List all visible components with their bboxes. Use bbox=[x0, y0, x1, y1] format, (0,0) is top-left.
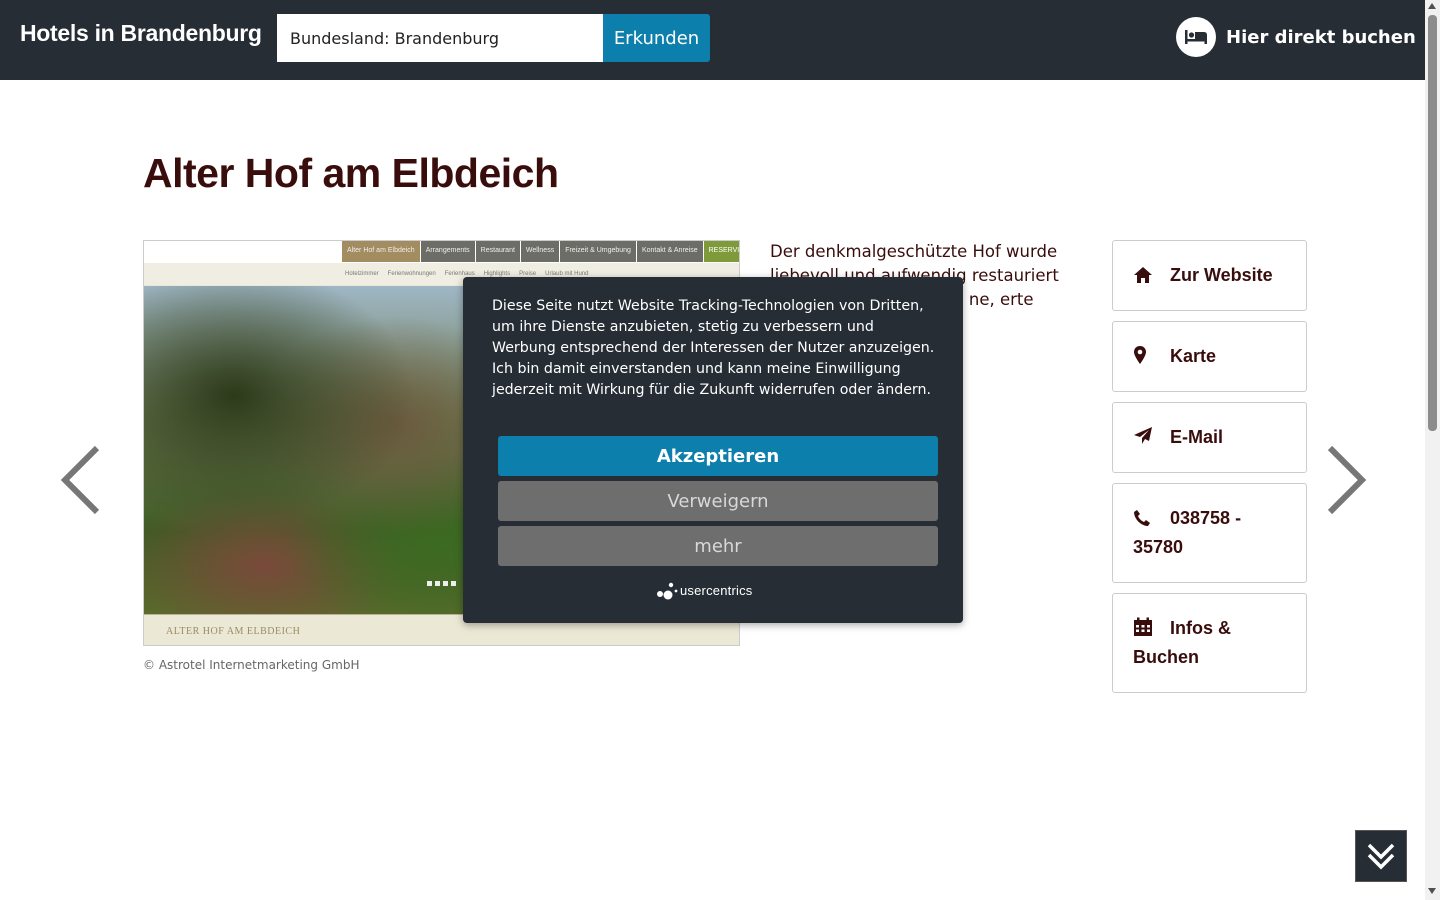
calendar-icon bbox=[1133, 617, 1155, 637]
scroll-down-arrow-icon[interactable] bbox=[1428, 888, 1436, 894]
usercentrics-label: usercentrics bbox=[680, 582, 753, 598]
screenshot-subnav-item: Hotelzimmer bbox=[345, 271, 379, 277]
screenshot-nav-item: Alter Hof am Elbdeich bbox=[342, 241, 420, 262]
previous-arrow-icon[interactable] bbox=[57, 440, 107, 520]
image-credit: © Astrotel Internetmarketing GmbH bbox=[143, 658, 360, 672]
book-now-link[interactable]: Hier direkt buchen bbox=[1176, 17, 1416, 57]
hotel-title: Alter Hof am Elbdeich bbox=[143, 150, 559, 196]
screenshot-footer-text: ALTER HOF AM ELBDEICH bbox=[166, 626, 301, 637]
screenshot-nav-item: Arrangements bbox=[420, 241, 475, 262]
website-button-label: Zur Website bbox=[1170, 265, 1273, 285]
map-marker-icon bbox=[1133, 345, 1155, 365]
screenshot-nav: Alter Hof am Elbdeich Arrangements Resta… bbox=[144, 241, 739, 263]
website-button[interactable]: Zur Website bbox=[1112, 240, 1307, 311]
usercentrics-logo[interactable]: usercentrics bbox=[656, 579, 752, 601]
screenshot-subnav-item: Ferienwohnungen bbox=[387, 271, 436, 277]
email-button[interactable]: E-Mail bbox=[1112, 402, 1307, 473]
scroll-up-arrow-icon[interactable] bbox=[1428, 3, 1436, 9]
email-button-label: E-Mail bbox=[1170, 427, 1224, 447]
double-chevron-down-icon bbox=[1367, 843, 1395, 870]
cookie-consent-text: Diese Seite nutzt Website Tracking-Techn… bbox=[492, 298, 935, 398]
screenshot-nav-item: Restaurant bbox=[475, 241, 520, 262]
page-scrollbar[interactable] bbox=[1425, 0, 1440, 900]
search-button[interactable]: Erkunden bbox=[603, 14, 710, 62]
home-icon bbox=[1133, 266, 1155, 284]
paper-plane-icon bbox=[1133, 426, 1155, 446]
map-button[interactable]: Karte bbox=[1112, 321, 1307, 392]
phone-button[interactable]: 038758 - 35780 bbox=[1112, 483, 1307, 583]
site-brand[interactable]: Hotels in Brandenburg bbox=[20, 20, 262, 47]
usercentrics-icon bbox=[657, 582, 678, 600]
accept-cookies-button[interactable]: Akzeptieren bbox=[498, 436, 938, 476]
screenshot-nav-item: Freizeit & Umgebung bbox=[560, 241, 636, 262]
map-button-label: Karte bbox=[1170, 346, 1217, 366]
scroll-down-button[interactable] bbox=[1355, 830, 1407, 882]
top-bar: Hotels in Brandenburg Bundesland: Brande… bbox=[0, 0, 1425, 80]
cookie-consent-dialog: Diese Seite nutzt Website Tracking-Techn… bbox=[463, 277, 963, 623]
scrollbar-thumb[interactable] bbox=[1428, 15, 1437, 431]
bed-icon bbox=[1176, 17, 1216, 57]
screenshot-nav-item: Kontakt & Anreise bbox=[636, 241, 703, 262]
search-input[interactable]: Bundesland: Brandenburg bbox=[277, 14, 603, 62]
book-now-label: Hier direkt buchen bbox=[1226, 26, 1416, 48]
deny-cookies-button[interactable]: Verweigern bbox=[498, 481, 938, 521]
slider-dots bbox=[427, 581, 459, 586]
screenshot-nav-item: RESERVIERUNG bbox=[703, 241, 739, 262]
next-arrow-icon[interactable] bbox=[1320, 440, 1370, 520]
more-info-button[interactable]: mehr bbox=[498, 526, 938, 566]
screenshot-nav-item: Wellness bbox=[520, 241, 560, 262]
info-booking-button[interactable]: Infos & Buchen bbox=[1112, 593, 1307, 693]
phone-icon bbox=[1133, 509, 1155, 527]
